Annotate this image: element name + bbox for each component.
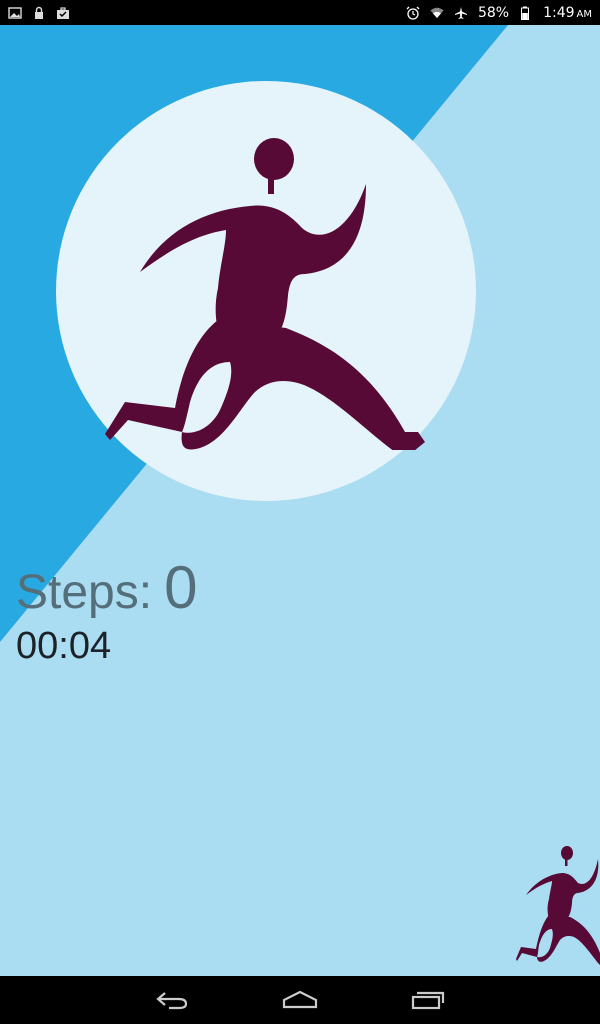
steps-counter: Steps: 0 bbox=[16, 553, 197, 622]
status-bar-right: 58% 1:49 AM bbox=[406, 5, 592, 21]
elapsed-timer: 00:04 bbox=[16, 625, 112, 667]
status-bar-left bbox=[8, 6, 70, 20]
back-button[interactable] bbox=[148, 982, 196, 1018]
running-person-icon bbox=[105, 138, 425, 450]
home-button[interactable] bbox=[276, 982, 324, 1018]
steps-value: 0 bbox=[164, 554, 198, 621]
lock-icon bbox=[32, 6, 46, 20]
steps-label: Steps: bbox=[16, 566, 153, 619]
alarm-icon bbox=[406, 6, 420, 20]
battery-icon bbox=[519, 6, 533, 20]
back-icon bbox=[156, 992, 188, 1010]
phone-screen: 58% 1:49 AM Steps: 0 00:04 bbox=[0, 0, 600, 1024]
running-person-icon bbox=[516, 846, 600, 965]
briefcase-check-icon bbox=[56, 6, 70, 20]
navigation-bar bbox=[0, 976, 600, 1024]
clock-time: 1:49 bbox=[543, 4, 575, 21]
clock-ampm: AM bbox=[576, 8, 592, 20]
start-run-button[interactable] bbox=[514, 843, 600, 965]
clock: 1:49 AM bbox=[543, 5, 592, 21]
gallery-icon bbox=[8, 6, 22, 20]
home-icon bbox=[282, 990, 318, 1009]
status-bar: 58% 1:49 AM bbox=[0, 0, 600, 25]
wifi-icon bbox=[430, 6, 444, 20]
pedometer-app: Steps: 0 00:04 bbox=[0, 25, 600, 976]
battery-percent: 58% bbox=[477, 4, 510, 21]
recents-button[interactable] bbox=[404, 982, 452, 1018]
recents-icon bbox=[411, 991, 445, 1010]
airplane-icon bbox=[454, 6, 468, 20]
